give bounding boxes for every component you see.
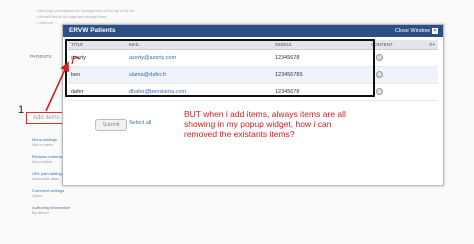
arrow-line [45, 61, 70, 112]
annotation-arrows [45, 55, 81, 112]
arrow-line [71, 55, 75, 65]
arrow-line [73, 55, 81, 60]
